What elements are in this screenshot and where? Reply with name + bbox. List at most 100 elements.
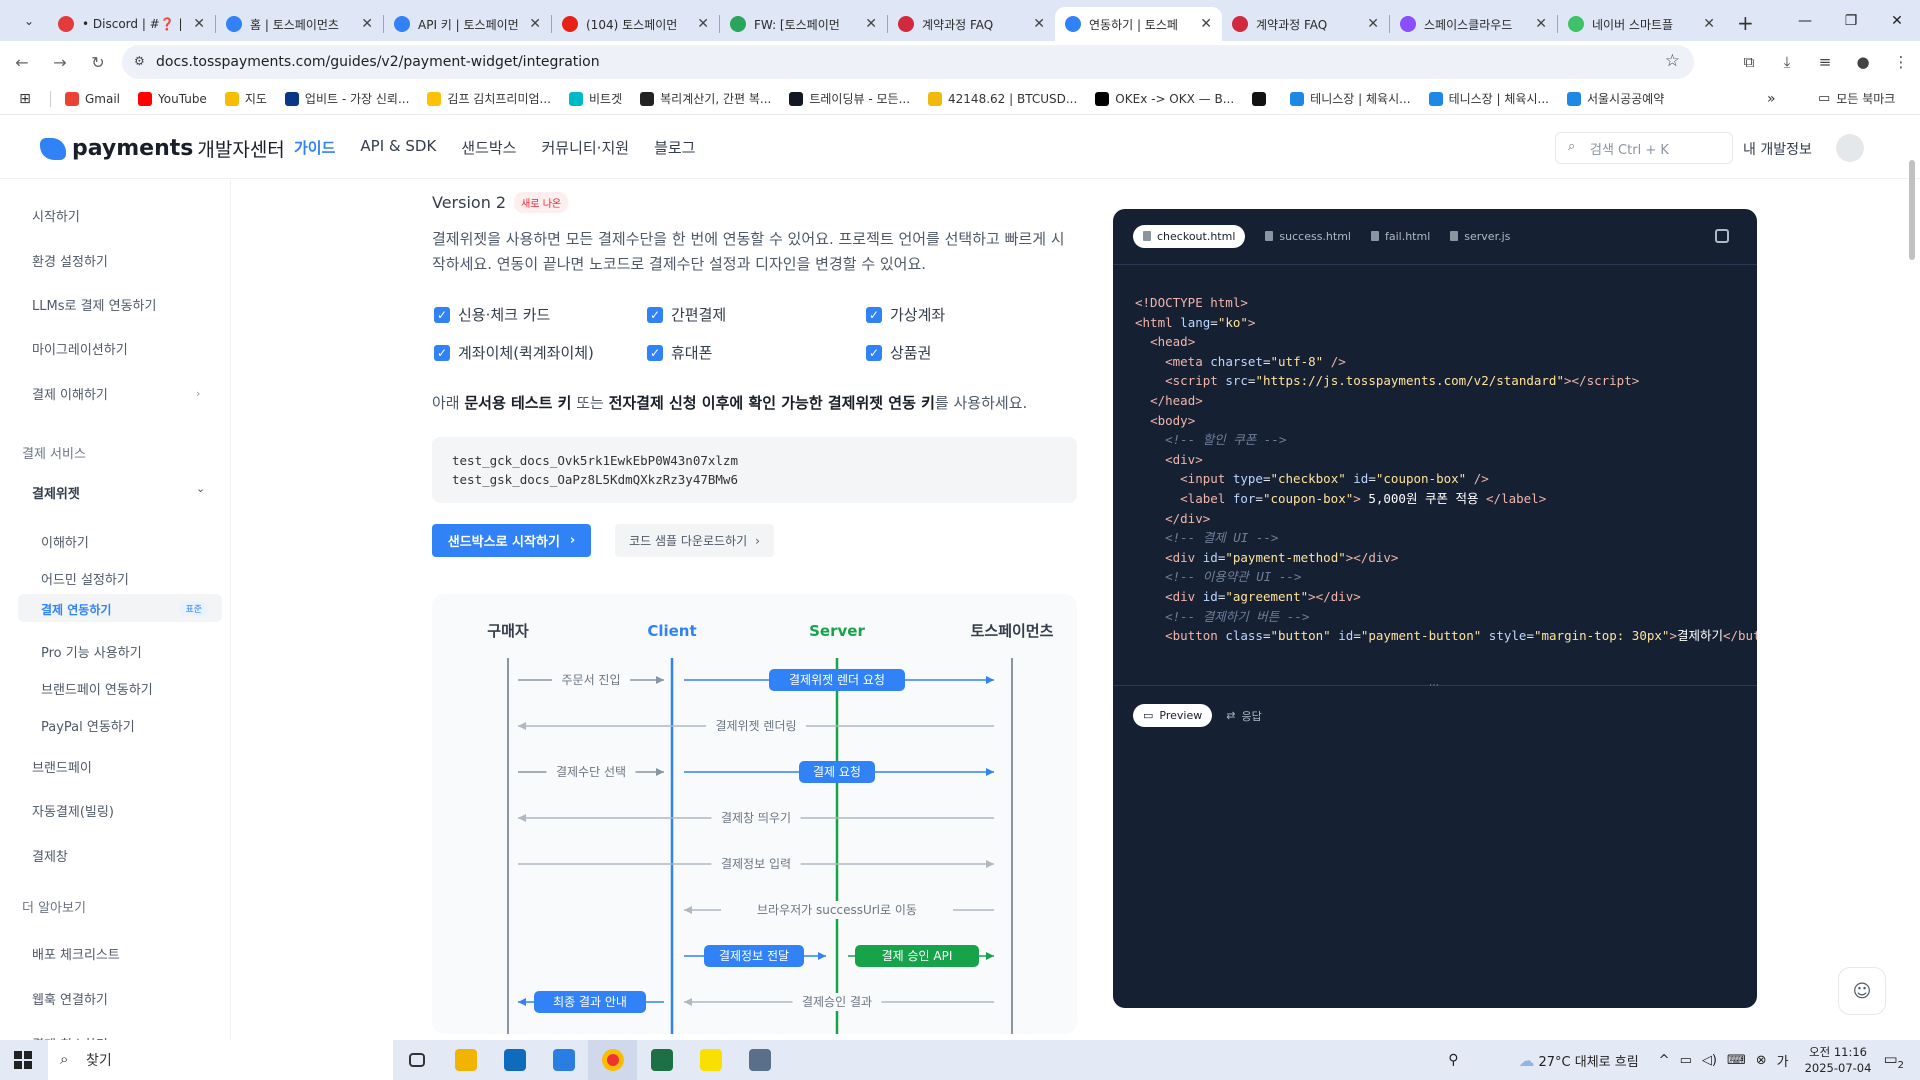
menu-icon[interactable]: ⋮ — [1882, 53, 1920, 71]
weather-text[interactable]: 27°C 대체로 흐림 — [1538, 1051, 1638, 1070]
keyboard-icon[interactable]: ⌨ — [1727, 1053, 1746, 1068]
sidebar-item[interactable]: 결제 이해하기 — [32, 384, 108, 403]
sidebar-item[interactable]: 자동결제(빌링) — [32, 801, 114, 820]
tab-close-icon[interactable]: ✕ — [1200, 16, 1212, 32]
test-keys-block[interactable]: test_gck_docs_Ovk5rk1EwkEbP0W43n07xlzm t… — [432, 437, 1077, 503]
browser-tab[interactable]: 연동하기 | 토스페 ✕ — [1055, 7, 1222, 41]
apps-grid-icon[interactable]: ⊞ — [12, 91, 38, 107]
payment-method-checkbox[interactable]: ✓ 상품권 — [866, 342, 931, 363]
address-bar[interactable]: ⚙ docs.tosspayments.com/guides/v2/paymen… — [122, 45, 1694, 79]
nav-item[interactable]: API & SDK — [360, 137, 436, 158]
preview-tab[interactable]: ▭ Preview — [1133, 704, 1213, 727]
browser-tab[interactable]: 홈 | 토스페이먼츠 ✕ — [216, 7, 383, 41]
bookmark-item[interactable]: Gmail — [65, 91, 120, 106]
bookmark-item[interactable]: 42148.62 | BTCUSD... — [928, 91, 1077, 106]
code-file-tab[interactable]: server.js — [1450, 230, 1510, 243]
task-view-icon[interactable] — [392, 1040, 441, 1080]
sidebar-item[interactable]: 배포 체크리스트 — [32, 944, 120, 963]
tab-search-chevron-icon[interactable]: ⌄ — [14, 6, 44, 36]
tab-close-icon[interactable]: ✕ — [1703, 16, 1715, 32]
bookmark-item[interactable]: 복리계산기, 간편 복... — [640, 90, 771, 107]
profile-icon[interactable]: ● — [1844, 53, 1882, 71]
windows-start-icon[interactable] — [0, 1040, 46, 1080]
tab-close-icon[interactable]: ✕ — [697, 16, 709, 32]
sidebar-subitem[interactable]: Pro 기능 사용하기 — [41, 642, 142, 661]
volume-icon[interactable]: ◁) — [1702, 1053, 1717, 1068]
sidebar-item-widget[interactable]: 결제위젯 — [32, 483, 80, 502]
sidebar-item[interactable]: 브랜드페이 — [32, 757, 92, 776]
tab-close-icon[interactable]: ✕ — [1033, 16, 1045, 32]
nav-item[interactable]: 가이드 — [294, 137, 335, 158]
payment-method-checkbox[interactable]: ✓ 휴대폰 — [647, 342, 712, 363]
browser-tab[interactable]: 계약과정 FAQ ✕ — [888, 7, 1055, 41]
bookmark-item[interactable]: YouTube — [138, 91, 207, 106]
chatbot-button[interactable]: ☺ — [1838, 967, 1886, 1015]
sidebar-item-payment-integration[interactable]: 결제 연동하기 표준 — [18, 594, 222, 622]
page-scrollbar[interactable] — [1909, 160, 1915, 260]
bookmark-item[interactable]: 비트겟 — [569, 90, 622, 107]
avatar[interactable] — [1836, 134, 1864, 162]
payment-method-checkbox[interactable]: ✓ 간편결제 — [647, 304, 726, 325]
nav-item[interactable]: 샌드박스 — [461, 137, 516, 158]
sidebar-subitem[interactable]: 이해하기 — [41, 532, 89, 551]
tray-chevron-icon[interactable]: ^ — [1659, 1053, 1670, 1068]
media-icon[interactable]: ≡ — [1806, 53, 1844, 71]
close-circle-icon[interactable]: ⊗ — [1756, 1053, 1767, 1068]
tab-close-icon[interactable]: ✕ — [1535, 16, 1547, 32]
tab-close-icon[interactable]: ✕ — [865, 16, 877, 32]
code-file-tab[interactable]: success.html — [1265, 230, 1351, 243]
kakaotalk-icon[interactable] — [686, 1040, 735, 1080]
extensions-icon[interactable]: ⧉ — [1730, 53, 1768, 71]
browser-tab[interactable]: FW: [토스페이먼 ✕ — [720, 7, 887, 41]
code-file-tab[interactable]: checkout.html — [1133, 224, 1246, 248]
tab-close-icon[interactable]: ✕ — [361, 16, 373, 32]
drag-handle-icon[interactable]: ⋯ — [1429, 680, 1439, 691]
browser-tab[interactable]: 스페이스클라우드 ✕ — [1390, 7, 1557, 41]
start-sandbox-button[interactable]: 샌드박스로 시작하기 › — [432, 524, 591, 557]
calculator-icon[interactable] — [735, 1040, 784, 1080]
close-window-icon[interactable]: ✕ — [1874, 0, 1920, 41]
people-icon[interactable]: ⚲ — [1448, 1052, 1458, 1068]
new-tab-icon[interactable]: + — [1737, 11, 1754, 35]
minimize-icon[interactable]: — — [1782, 0, 1828, 41]
nav-item[interactable]: 커뮤니티·지원 — [541, 137, 629, 158]
sidebar-item[interactable]: 마이그레이션하기 — [32, 339, 128, 358]
network-icon[interactable]: ▭ — [1680, 1053, 1692, 1068]
copy-icon[interactable] — [1715, 229, 1729, 243]
payment-method-checkbox[interactable]: ✓ 신용·체크 카드 — [434, 304, 550, 325]
clock[interactable]: 오전 11:16 2025-07-04 — [1805, 1044, 1872, 1076]
sidebar-item[interactable]: 시작하기 — [32, 206, 80, 225]
payment-method-checkbox[interactable]: ✓ 가상계좌 — [866, 304, 945, 325]
ime-icon[interactable]: 가 — [1777, 1051, 1789, 1070]
bookmark-item[interactable]: 테니스장 | 체육시... — [1290, 90, 1411, 107]
tab-close-icon[interactable]: ✕ — [529, 16, 541, 32]
bookmark-star-icon[interactable]: ☆ — [1665, 51, 1680, 71]
browser-tab[interactable]: (104) 토스페이먼 ✕ — [552, 7, 719, 41]
search-input[interactable]: ⌕ 검색 Ctrl + K — [1555, 132, 1733, 164]
download-icon[interactable]: ⤓ — [1768, 53, 1806, 71]
notification-icon[interactable]: ▭2 — [1883, 1050, 1904, 1071]
preview-tab[interactable]: ⇄ 응답 — [1226, 708, 1261, 724]
browser-tab[interactable]: • Discord | #❓ | ✕ — [48, 7, 215, 41]
my-dev-info-link[interactable]: 내 개발정보 — [1743, 139, 1812, 159]
sidebar-item[interactable]: 결제창 — [32, 846, 68, 865]
taskbar-search[interactable]: ⌕ 찾기 — [48, 1040, 393, 1080]
bookmark-item[interactable]: 업비트 - 가장 신뢰... — [284, 90, 409, 107]
download-sample-button[interactable]: 코드 샘플 다운로드하기 › — [615, 524, 774, 557]
sidebar-subitem[interactable]: 브랜드페이 연동하기 — [41, 679, 153, 698]
store-icon[interactable] — [539, 1040, 588, 1080]
bookmark-item[interactable] — [1252, 91, 1272, 106]
sidebar-item[interactable]: 웹훅 연결하기 — [32, 989, 108, 1008]
bookmark-item[interactable]: 서울시공공예약 — [1566, 90, 1664, 107]
chrome-icon[interactable] — [588, 1040, 637, 1080]
site-logo[interactable]: payments 개발자센터 — [40, 135, 285, 162]
site-info-icon[interactable]: ⚙ — [134, 54, 145, 68]
back-icon[interactable]: ← — [6, 46, 38, 78]
restore-icon[interactable]: ❐ — [1828, 0, 1874, 41]
excel-icon[interactable] — [637, 1040, 686, 1080]
sidebar-subitem[interactable]: PayPal 연동하기 — [41, 716, 135, 735]
code-file-tab[interactable]: fail.html — [1370, 230, 1430, 243]
browser-tab[interactable]: 네이버 스마트플 ✕ — [1558, 7, 1725, 41]
sidebar-item[interactable]: LLMs로 결제 연동하기 — [32, 295, 156, 314]
sidebar-subitem[interactable]: 어드민 설정하기 — [41, 569, 129, 588]
